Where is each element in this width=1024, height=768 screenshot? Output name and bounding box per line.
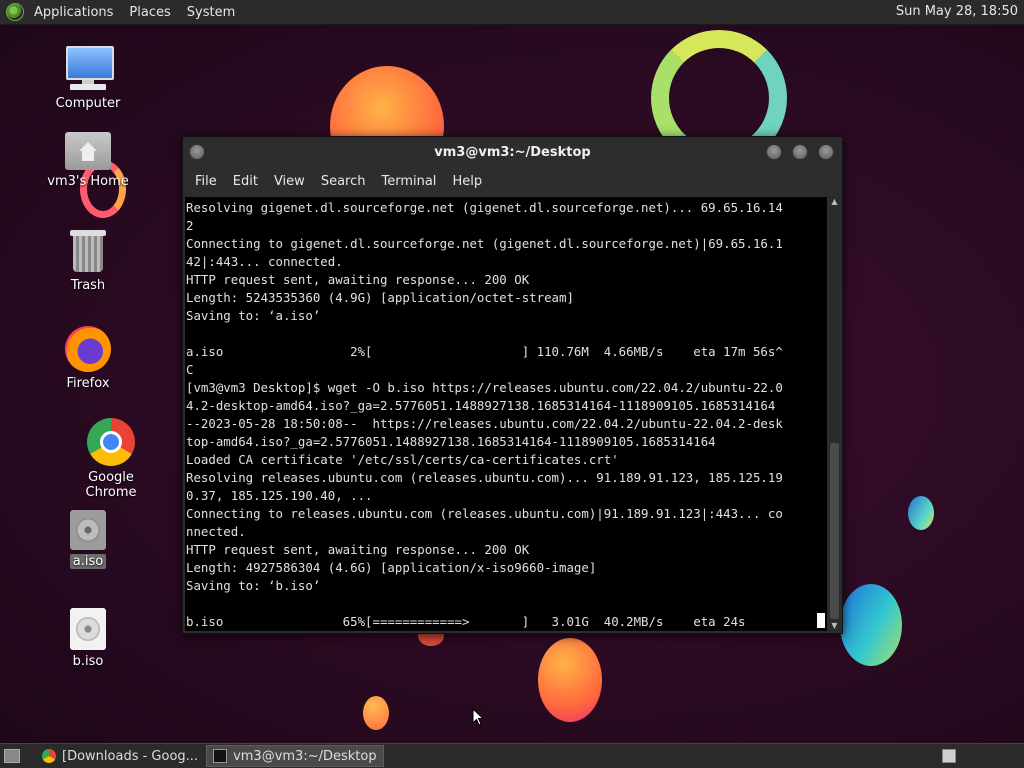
disc-image-icon (70, 510, 106, 550)
desktop-icon-label: b.iso (72, 654, 104, 669)
window-menu-icon[interactable] (189, 144, 205, 160)
menu-search[interactable]: Search (313, 174, 374, 189)
firefox-icon (65, 326, 111, 372)
menu-file[interactable]: File (187, 174, 225, 189)
desktop-icon-trash[interactable]: Trash (38, 228, 138, 293)
terminal-output[interactable]: Resolving gigenet.dl.sourceforge.net (gi… (185, 197, 827, 631)
menu-places[interactable]: Places (121, 5, 178, 20)
desktop-icon-a-iso[interactable]: a.iso (38, 510, 138, 569)
desktop-icon-home[interactable]: vm3's Home (38, 128, 138, 189)
chrome-icon (42, 749, 56, 763)
terminal-icon (213, 749, 228, 763)
taskbar-item-terminal[interactable]: vm3@vm3:~/Desktop (206, 745, 384, 767)
workspace-switcher-icon[interactable] (942, 749, 956, 763)
scroll-down-icon[interactable]: ▼ (830, 621, 839, 631)
terminal-menubar: File Edit View Search Terminal Help (183, 167, 842, 195)
minimize-icon[interactable] (766, 144, 782, 160)
scrollbar-thumb[interactable] (830, 443, 839, 619)
terminal-window[interactable]: vm3@vm3:~/Desktop File Edit View Search … (182, 136, 843, 634)
desktop-icon-label: vm3's Home (47, 174, 129, 189)
disc-image-icon (70, 608, 106, 650)
menu-help[interactable]: Help (444, 174, 490, 189)
desktop-icon-label: Firefox (66, 376, 110, 391)
mouse-pointer-icon (472, 708, 484, 726)
desktop-icon-label: Computer (55, 96, 121, 111)
top-panel: Applications Places System Sun May 28, 1… (0, 0, 1024, 25)
desktop-icon-b-iso[interactable]: b.iso (38, 608, 138, 669)
chrome-icon (87, 418, 135, 466)
taskbar-item-label: [Downloads - Goog... (62, 748, 199, 764)
menu-applications[interactable]: Applications (26, 5, 121, 20)
distro-logo-icon[interactable] (6, 3, 24, 21)
wallpaper-blob-bottom (538, 638, 602, 722)
menu-terminal[interactable]: Terminal (373, 174, 444, 189)
wallpaper-blob-teal-small (908, 496, 934, 530)
desktop-icon-chrome[interactable]: Google Chrome (61, 418, 161, 500)
maximize-icon[interactable] (792, 144, 808, 160)
window-title: vm3@vm3:~/Desktop (434, 144, 591, 160)
terminal-cursor (817, 613, 825, 628)
taskbar-item-label: vm3@vm3:~/Desktop (233, 748, 377, 764)
computer-icon (64, 44, 114, 92)
bottom-panel: [Downloads - Goog... vm3@vm3:~/Desktop (0, 743, 1024, 768)
show-desktop-icon[interactable] (4, 749, 20, 763)
desktop-icon-label: Trash (70, 278, 106, 293)
desktop-icon-label: Google Chrome (85, 470, 137, 500)
close-icon[interactable] (818, 144, 834, 160)
desktop-icon-computer[interactable]: Computer (38, 44, 138, 111)
wallpaper-blob-teal (840, 584, 902, 666)
home-folder-icon (65, 128, 111, 170)
menu-system[interactable]: System (179, 5, 243, 20)
trash-icon (70, 228, 106, 274)
desktop-icon-label: a.iso (69, 554, 107, 569)
desktop-icon-firefox[interactable]: Firefox (38, 326, 138, 391)
terminal-scrollbar[interactable]: ▲ ▼ (829, 197, 840, 631)
wallpaper-blob-small (363, 696, 389, 730)
window-titlebar[interactable]: vm3@vm3:~/Desktop (183, 137, 842, 167)
terminal-text: Resolving gigenet.dl.sourceforge.net (gi… (186, 200, 783, 629)
menu-view[interactable]: View (266, 174, 313, 189)
menu-edit[interactable]: Edit (225, 174, 266, 189)
scroll-up-icon[interactable]: ▲ (830, 197, 839, 207)
taskbar-item-chrome[interactable]: [Downloads - Goog... (36, 746, 204, 766)
clock[interactable]: Sun May 28, 18:50 (896, 4, 1018, 19)
